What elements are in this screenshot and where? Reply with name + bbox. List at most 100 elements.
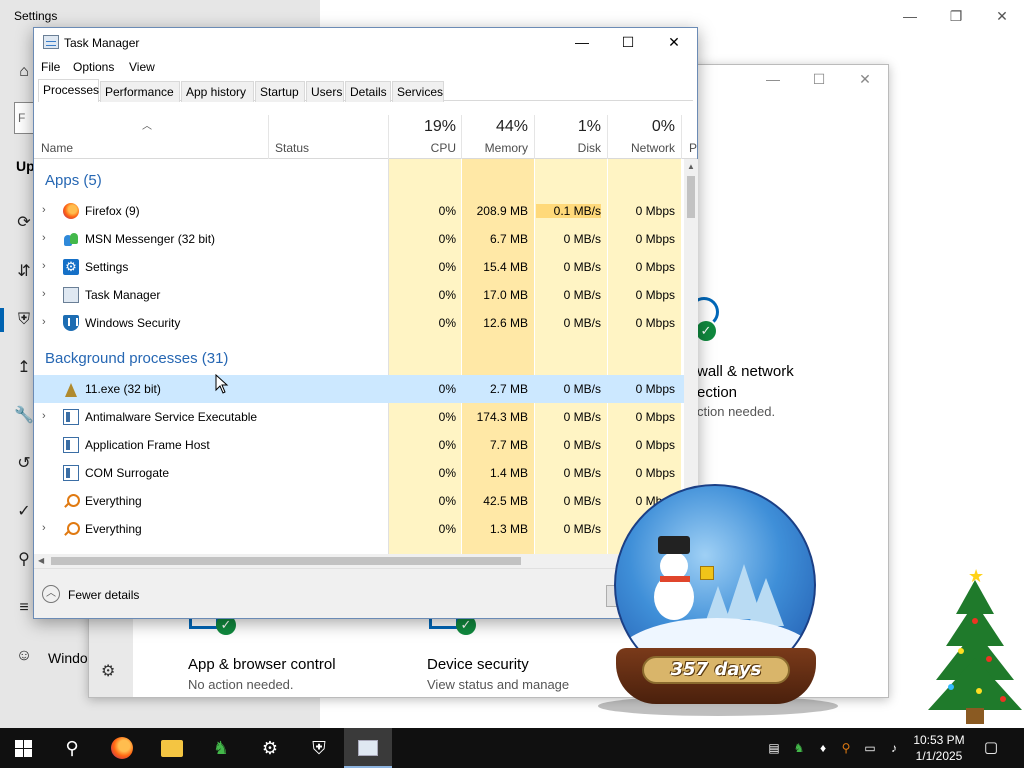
tab-app-history[interactable]: App history bbox=[181, 81, 254, 102]
find-my-device-icon[interactable]: ⚲ bbox=[14, 550, 34, 570]
background-group-header[interactable]: Background processes (31) bbox=[45, 350, 228, 367]
backup-icon[interactable]: ↥ bbox=[14, 358, 34, 378]
tab-users[interactable]: Users bbox=[306, 81, 344, 102]
expand-chevron-icon[interactable]: › bbox=[42, 288, 46, 300]
tab-services[interactable]: Services bbox=[392, 81, 444, 102]
device-security-tile-title[interactable]: Device security bbox=[427, 656, 529, 673]
delivery-optimization-icon[interactable]: ⇵ bbox=[14, 262, 34, 282]
menu-file[interactable]: File bbox=[41, 60, 60, 74]
network-icon[interactable]: ▭ bbox=[862, 740, 878, 756]
tab-processes[interactable]: Processes bbox=[38, 79, 99, 102]
home-icon[interactable]: ⌂ bbox=[14, 62, 34, 82]
expand-chevron-icon[interactable]: › bbox=[42, 522, 46, 534]
tab-startup[interactable]: Startup bbox=[255, 81, 305, 102]
task-manager-taskbar-button[interactable] bbox=[344, 728, 392, 768]
table-row[interactable]: › MSN Messenger (32 bit) 0% 6.7 MB 0 MB/… bbox=[34, 225, 684, 253]
column-memory[interactable]: Memory bbox=[463, 141, 528, 155]
tab-performance[interactable]: Performance bbox=[100, 81, 180, 102]
activation-icon[interactable]: ✓ bbox=[14, 502, 34, 522]
scrollbar-thumb[interactable] bbox=[687, 176, 695, 218]
firewall-tile-title[interactable]: wall & network bbox=[697, 363, 794, 380]
maximize-button[interactable]: ☐ bbox=[807, 71, 831, 91]
table-row[interactable]: › Task Manager 0% 17.0 MB 0 MB/s 0 Mbps bbox=[34, 281, 684, 309]
column-divider[interactable] bbox=[268, 115, 269, 159]
column-divider[interactable] bbox=[388, 115, 389, 159]
column-divider[interactable] bbox=[681, 115, 682, 159]
table-row[interactable]: › Everything 0% 1.3 MB 0 MB/s 0 Mbps bbox=[34, 515, 684, 543]
settings-taskbar-button[interactable]: ⚙ bbox=[246, 728, 294, 768]
tray-app-icon[interactable]: ▤ bbox=[766, 740, 782, 756]
disk-percent[interactable]: 1% bbox=[536, 118, 601, 136]
column-divider[interactable] bbox=[607, 115, 608, 159]
scroll-up-arrow-icon[interactable]: ▲ bbox=[687, 162, 695, 171]
recovery-icon[interactable]: ↺ bbox=[14, 454, 34, 474]
close-button[interactable]: ✕ bbox=[990, 6, 1014, 26]
maximize-button[interactable]: ❐ bbox=[944, 6, 968, 26]
firewall-tile-title-2[interactable]: ection bbox=[697, 384, 737, 401]
column-status[interactable]: Status bbox=[275, 141, 309, 155]
start-button[interactable] bbox=[0, 728, 48, 768]
table-row[interactable]: › Windows Security 0% 12.6 MB 0 MB/s 0 M… bbox=[34, 309, 684, 337]
table-row[interactable]: › Firefox (9) 0% 208.9 MB 0.1 MB/s 0 Mbp… bbox=[34, 197, 684, 225]
maximize-button[interactable]: ☐ bbox=[605, 28, 651, 57]
scrollbar-thumb[interactable] bbox=[51, 557, 521, 565]
firefox-taskbar-button[interactable] bbox=[98, 728, 146, 768]
expand-chevron-icon[interactable]: › bbox=[42, 260, 46, 272]
expand-chevron-icon[interactable]: › bbox=[42, 410, 46, 422]
horizontal-scrollbar[interactable]: ◀ ▶ bbox=[34, 554, 684, 568]
windows-insider-label[interactable]: Windo bbox=[48, 650, 88, 666]
msn-tray-icon[interactable]: ♞ bbox=[791, 740, 807, 756]
cpu-cell: 0% bbox=[438, 260, 456, 274]
file-explorer-button[interactable] bbox=[148, 728, 196, 768]
minimize-button[interactable]: — bbox=[559, 28, 605, 57]
action-center-icon[interactable]: ▢ bbox=[980, 738, 1002, 756]
menu-view[interactable]: View bbox=[129, 60, 155, 74]
column-divider[interactable] bbox=[461, 115, 462, 159]
windows-security-shield-icon[interactable]: ⛨ bbox=[14, 310, 34, 330]
windows-security-taskbar-button[interactable]: ⛨ bbox=[295, 728, 343, 768]
table-row[interactable]: Application Frame Host 0% 7.7 MB 0 MB/s … bbox=[34, 431, 684, 459]
network-percent[interactable]: 0% bbox=[609, 118, 675, 136]
everything-tray-icon[interactable]: ⚲ bbox=[838, 740, 854, 756]
tab-details[interactable]: Details bbox=[345, 81, 391, 102]
expand-chevron-icon[interactable]: › bbox=[42, 316, 46, 328]
minimize-button[interactable]: — bbox=[898, 6, 922, 26]
column-disk[interactable]: Disk bbox=[536, 141, 601, 155]
minimize-button[interactable]: — bbox=[761, 71, 785, 91]
expand-chevron-icon[interactable]: › bbox=[42, 204, 46, 216]
settings-gear-icon[interactable]: ⚙ bbox=[101, 661, 115, 681]
scroll-left-arrow-icon[interactable]: ◀ bbox=[38, 556, 44, 565]
insider-cat-icon[interactable]: ☺ bbox=[14, 646, 34, 666]
expand-chevron-icon[interactable]: › bbox=[42, 232, 46, 244]
column-name[interactable]: Name bbox=[41, 141, 73, 155]
volume-icon[interactable]: ♪ bbox=[886, 740, 902, 756]
system-clock[interactable]: 10:53 PM 1/1/2025 bbox=[906, 732, 972, 764]
close-button[interactable]: ✕ bbox=[651, 28, 697, 57]
table-row[interactable]: › ⚙ Settings 0% 15.4 MB 0 MB/s 0 Mbps bbox=[34, 253, 684, 281]
column-cpu[interactable]: CPU bbox=[390, 141, 456, 155]
fewer-details-link[interactable]: Fewer details bbox=[68, 588, 139, 602]
snow-globe-countdown-widget[interactable]: 357 days bbox=[598, 484, 838, 722]
developer-icon[interactable]: ≡ bbox=[14, 598, 34, 618]
column-power[interactable]: P bbox=[689, 141, 697, 155]
chevron-up-circle-icon[interactable]: ︿ bbox=[42, 585, 60, 603]
task-manager-titlebar[interactable]: Task Manager — ☐ ✕ bbox=[34, 28, 697, 57]
windows-update-icon[interactable]: ⟳ bbox=[14, 213, 34, 233]
troubleshoot-wrench-icon[interactable]: 🔧 bbox=[14, 406, 34, 426]
apps-group-header[interactable]: Apps (5) bbox=[45, 172, 102, 189]
table-row[interactable]: › Antimalware Service Executable 0% 174.… bbox=[34, 403, 684, 431]
table-row[interactable]: Everything 0% 42.5 MB 0 MB/s 0 Mbps bbox=[34, 487, 684, 515]
table-row[interactable]: 11.exe (32 bit) 0% 2.7 MB 0 MB/s 0 Mbps bbox=[34, 375, 684, 403]
folder-icon bbox=[161, 740, 183, 757]
menu-options[interactable]: Options bbox=[73, 60, 114, 74]
table-row[interactable]: COM Surrogate 0% 1.4 MB 0 MB/s 0 Mbps bbox=[34, 459, 684, 487]
tray-drop-icon[interactable]: ♦ bbox=[815, 740, 831, 756]
search-button[interactable]: ⚲ bbox=[48, 728, 96, 768]
memory-percent[interactable]: 44% bbox=[463, 118, 528, 136]
column-divider[interactable] bbox=[534, 115, 535, 159]
close-button[interactable]: ✕ bbox=[853, 71, 877, 91]
column-network[interactable]: Network bbox=[609, 141, 675, 155]
cpu-percent[interactable]: 19% bbox=[390, 118, 456, 136]
msn-taskbar-button[interactable]: ♞ bbox=[197, 728, 245, 768]
app-browser-tile-title[interactable]: App & browser control bbox=[188, 656, 336, 673]
